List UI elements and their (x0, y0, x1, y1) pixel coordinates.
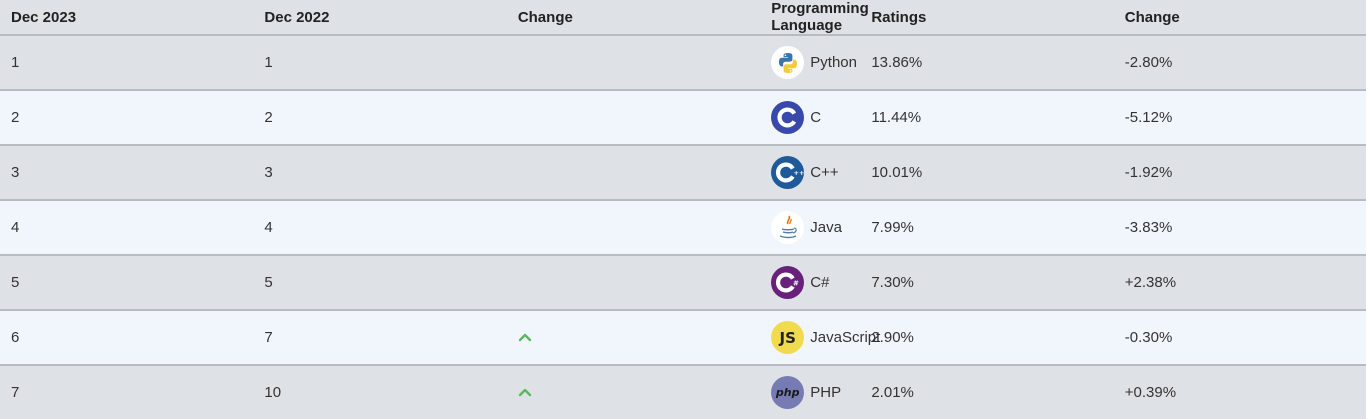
current-rank: 5 (0, 255, 254, 311)
rating-change-value: -5.12% (1113, 90, 1366, 146)
rating-value: 10.01% (860, 145, 1114, 201)
header-programming-language[interactable]: Programming Language (760, 0, 869, 36)
language-name[interactable]: JavaScript (810, 310, 880, 366)
rating-change-value: +2.38% (1113, 255, 1366, 311)
previous-rank: 5 (253, 255, 507, 311)
table-row: 1 1 Python 13.86% -2.80% (0, 35, 1366, 91)
table-row: 6 7 JS JavaScript 2.90% -0.30% (0, 310, 1366, 366)
java-icon (771, 211, 805, 244)
table-row: 4 4 Java 7.99% -3.83% (0, 200, 1366, 256)
previous-rank: 10 (253, 365, 507, 419)
change-cell (506, 145, 761, 201)
trend-up-icon (518, 388, 532, 397)
change-cell (506, 365, 761, 419)
language-name[interactable]: PHP (810, 365, 861, 419)
php-logo-text: php (775, 386, 800, 399)
change-cell (506, 200, 761, 256)
language-name[interactable]: Python (810, 35, 861, 91)
table-row: 5 5 # C# 7.30% +2.38% (0, 255, 1366, 311)
previous-rank: 7 (253, 310, 507, 366)
trend-up-icon (518, 333, 532, 342)
rating-value: 7.30% (860, 255, 1114, 311)
current-rank: 4 (0, 200, 254, 256)
current-rank: 6 (0, 310, 254, 366)
change-cell (506, 310, 761, 366)
previous-rank: 2 (253, 90, 507, 146)
table-row: 7 10 php PHP 2.01% +0.39% (0, 365, 1366, 419)
header-ratings[interactable]: Ratings (860, 0, 1114, 36)
rating-change-value: +0.39% (1113, 365, 1366, 419)
current-rank: 2 (0, 90, 254, 146)
rating-value: 2.01% (860, 365, 1114, 419)
header-rating-change[interactable]: Change (1113, 0, 1366, 36)
change-cell (506, 90, 761, 146)
rating-value: 11.44% (860, 90, 1114, 146)
rating-value: 2.90% (860, 310, 1114, 366)
language-name[interactable]: C++ (810, 145, 861, 201)
tiobe-index-table: Dec 2023 Dec 2022 Change Programming Lan… (0, 0, 1366, 419)
current-rank: 3 (0, 145, 254, 201)
javascript-logo-text: JS (779, 328, 796, 347)
svg-text:#: # (793, 280, 799, 288)
rating-change-value: -0.30% (1113, 310, 1366, 366)
svg-text:++: ++ (794, 169, 805, 177)
table-row: 2 2 C 11.44% -5.12% (0, 90, 1366, 146)
previous-rank: 1 (253, 35, 507, 91)
language-name[interactable]: C# (810, 255, 861, 311)
current-rank: 7 (0, 365, 254, 419)
language-name[interactable]: C (810, 90, 861, 146)
cpp-icon: ++ (771, 156, 805, 189)
change-cell (506, 255, 761, 311)
c-icon (771, 101, 805, 134)
rating-change-value: -3.83% (1113, 200, 1366, 256)
current-rank: 1 (0, 35, 254, 91)
javascript-icon: JS (771, 321, 805, 354)
change-cell (506, 35, 761, 91)
rating-value: 13.86% (860, 35, 1114, 91)
header-change[interactable]: Change (506, 0, 761, 36)
previous-rank: 4 (253, 200, 507, 256)
header-previous-rank[interactable]: Dec 2022 (253, 0, 507, 36)
rating-change-value: -2.80% (1113, 35, 1366, 91)
table-header-row: Dec 2023 Dec 2022 Change Programming Lan… (0, 0, 1366, 36)
rating-change-value: -1.92% (1113, 145, 1366, 201)
rating-value: 7.99% (860, 200, 1114, 256)
previous-rank: 3 (253, 145, 507, 201)
python-icon (771, 46, 805, 79)
header-current-rank[interactable]: Dec 2023 (0, 0, 254, 36)
language-name[interactable]: Java (810, 200, 861, 256)
table-row: 3 3 ++ C++ 10.01% -1.92% (0, 145, 1366, 201)
csharp-icon: # (771, 266, 805, 299)
php-icon: php (771, 376, 805, 409)
